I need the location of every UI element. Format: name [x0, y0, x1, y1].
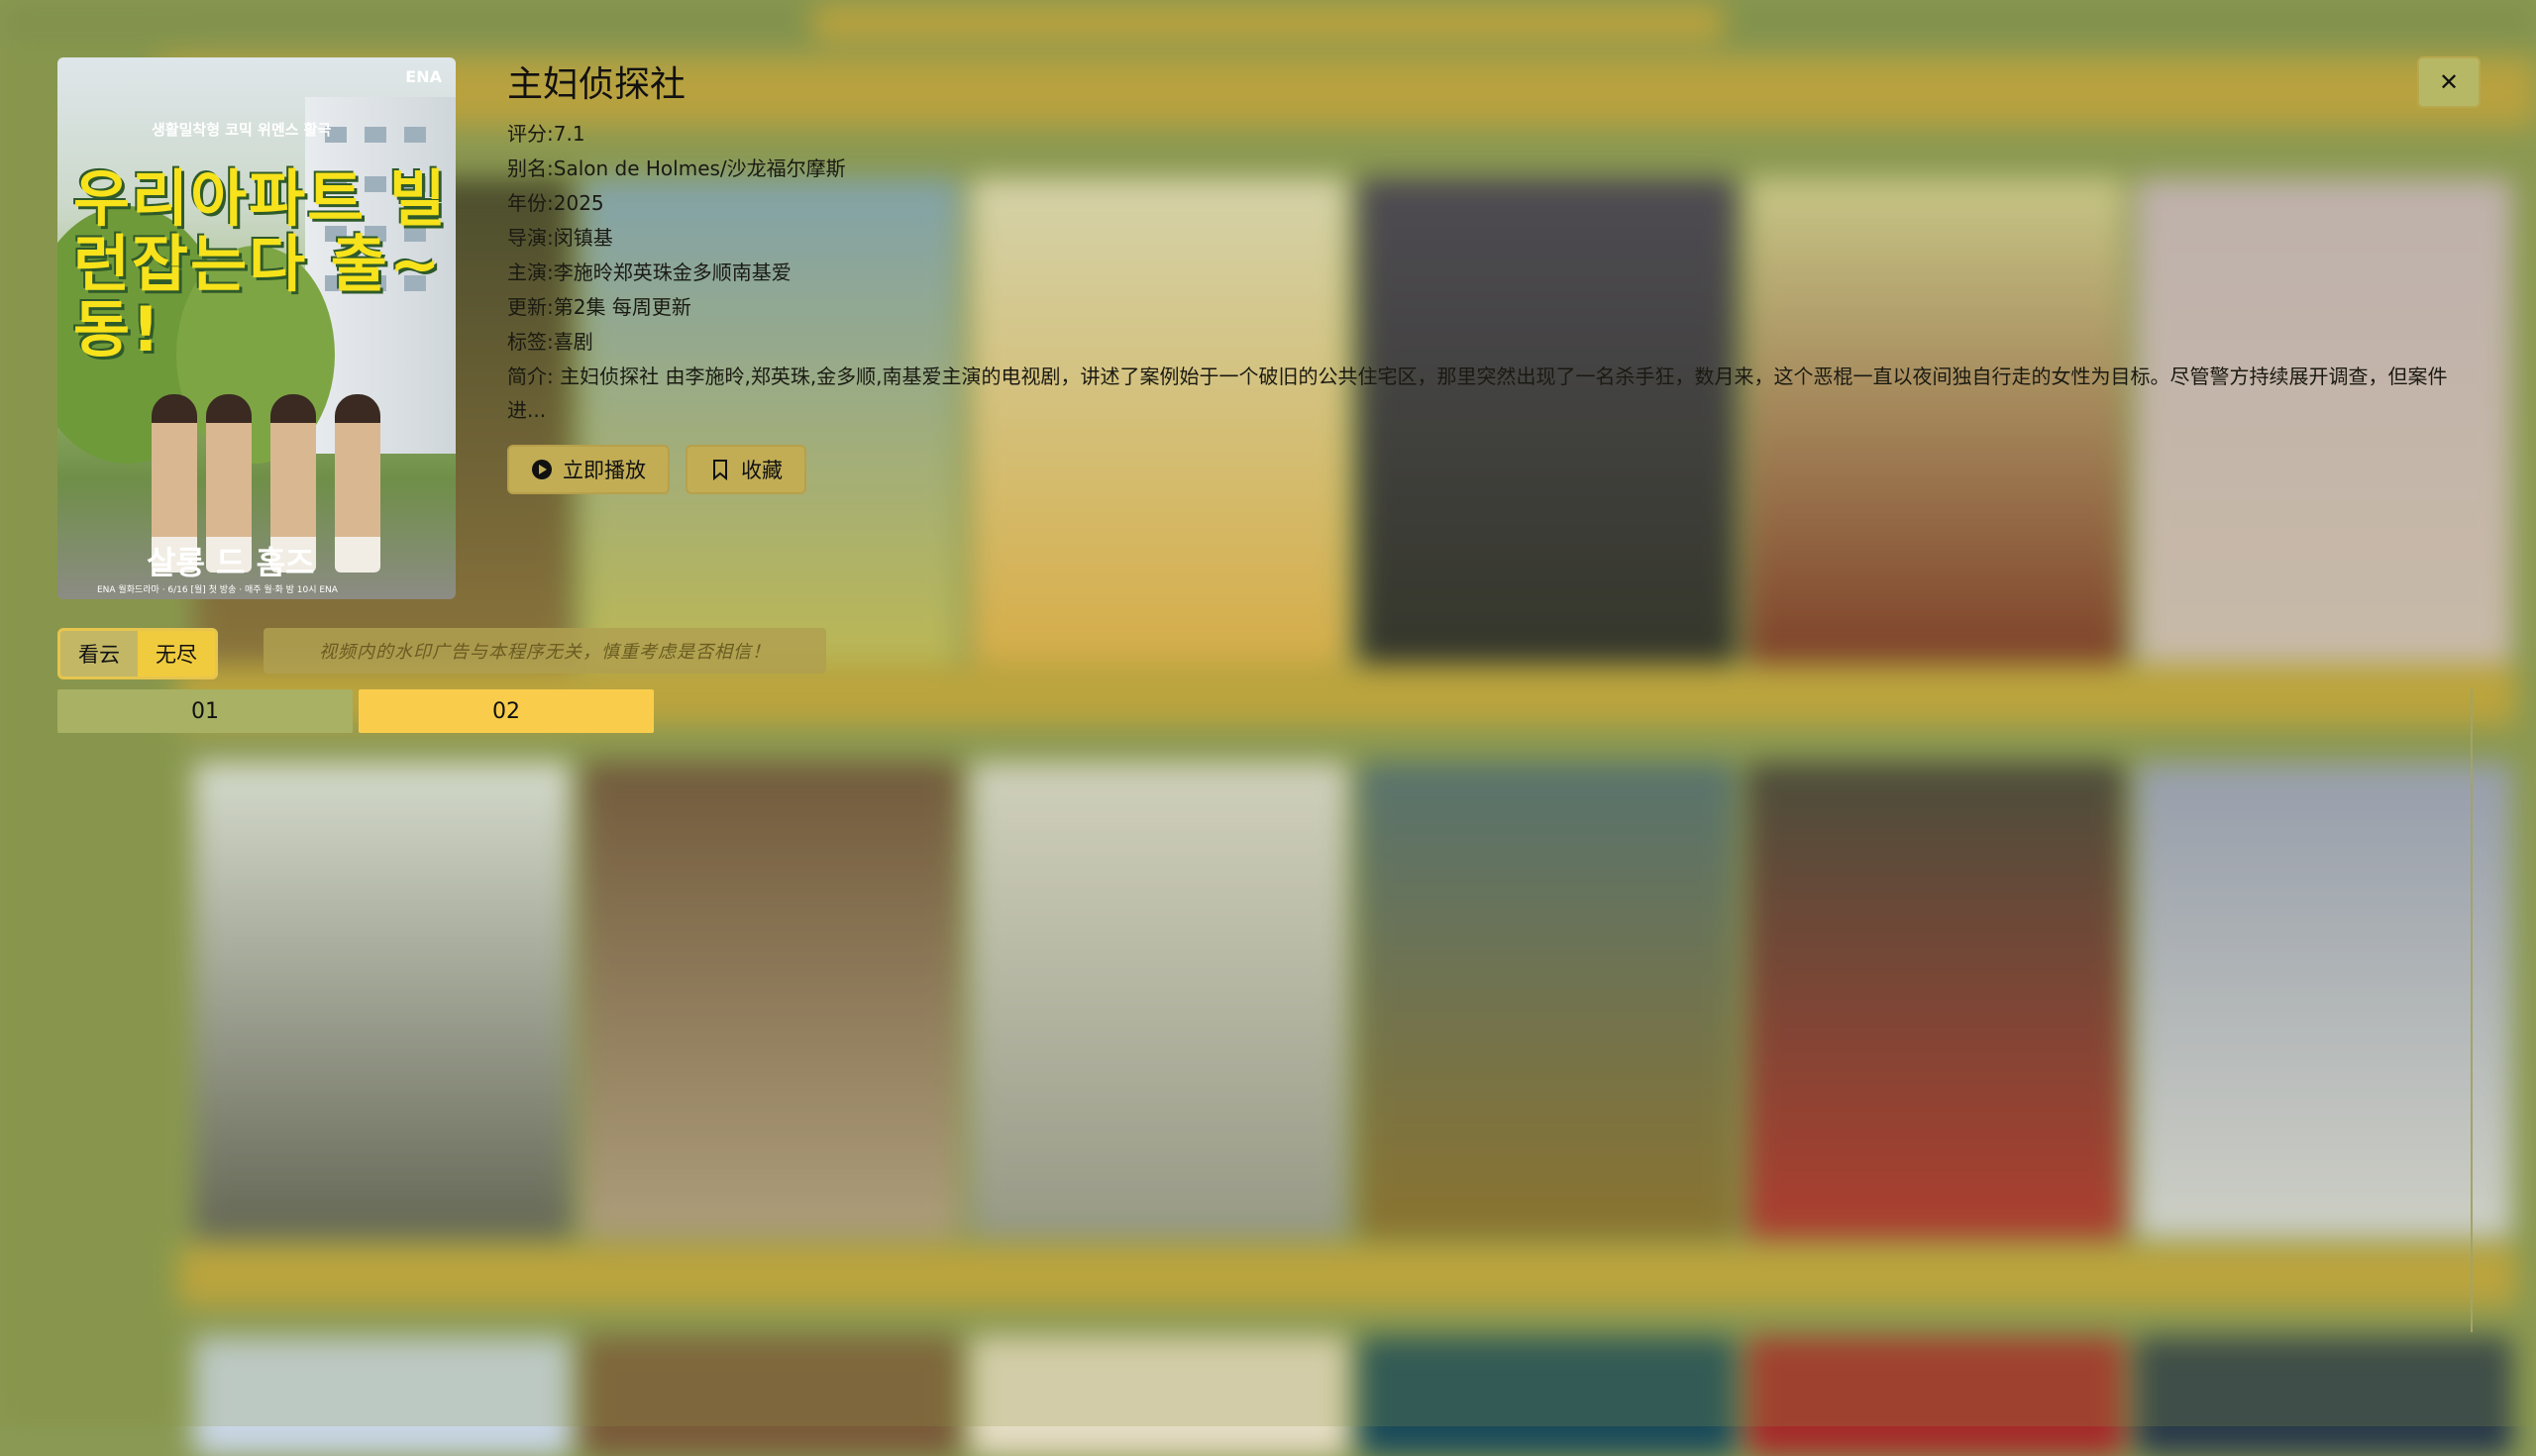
tags-label: 标签:	[507, 330, 554, 354]
play-button-label: 立即播放	[563, 459, 646, 482]
poster-tagline: 생활밀착형 코믹 위멘스 활극	[152, 121, 332, 139]
cast-value: 李施昤郑英珠金多顺南基爱	[553, 260, 792, 284]
play-circle-icon	[531, 459, 553, 480]
cast-row: 主演:李施昤郑英珠金多顺南基爱	[507, 256, 2469, 290]
rating-row: 评分:7.1	[507, 117, 2469, 152]
play-button[interactable]: 立即播放	[507, 445, 670, 494]
update-value: 第2集 每周更新	[553, 295, 691, 319]
rating-value: 7.1	[553, 122, 585, 146]
close-button[interactable]: ✕	[2417, 56, 2481, 108]
source-tabs: 看云 无尽	[57, 628, 218, 679]
update-row: 更新:第2集 每周更新	[507, 290, 2469, 325]
poster-bottom-logo: 살롱 드 홈즈	[147, 544, 315, 581]
cast-label: 主演:	[507, 260, 554, 284]
favorite-button[interactable]: 收藏	[686, 445, 806, 494]
tags-value: 喜剧	[553, 330, 593, 354]
summary-text: 主妇侦探社 由李施昤,郑英珠,金多顺,南基爱主演的电视剧，讲述了案例始于一个破旧…	[507, 364, 2448, 422]
poster-title-art: 우리아파트 빌런잡는다 출~동!	[73, 162, 448, 365]
year-row: 年份:2025	[507, 186, 2469, 221]
scrollbar-track[interactable]	[2471, 688, 2473, 1332]
year-label: 年份:	[507, 191, 554, 215]
poster-fine-print: ENA 월화드라마 · 6/16 [월] 첫 방송 · 매주 월·화 밤 10시…	[97, 585, 338, 595]
show-poster: 생활밀착형 코믹 위멘스 활극 ENA 우리아파트 빌런잡는다 출~동! 살롱 …	[57, 57, 456, 599]
episode-list: 01 02	[57, 689, 654, 733]
tags-row: 标签:喜剧	[507, 325, 2469, 360]
director-value: 闵镇基	[553, 226, 613, 250]
show-info: 主妇侦探社 评分:7.1 别名:Salon de Holmes/沙龙福尔摩斯 年…	[507, 61, 2469, 494]
summary-label: 简介:	[507, 364, 561, 388]
alias-value: Salon de Holmes/沙龙福尔摩斯	[553, 156, 846, 180]
alias-label: 别名:	[507, 156, 554, 180]
source-tab-wujin[interactable]: 无尽	[138, 631, 215, 676]
episode-button-02[interactable]: 02	[359, 689, 654, 733]
poster-brand-logo: ENA	[405, 67, 442, 86]
watermark-notice: 视频内的水印广告与本程序无关，慎重考虑是否相信！	[264, 628, 826, 674]
alias-row: 别名:Salon de Holmes/沙龙福尔摩斯	[507, 152, 2469, 186]
source-tab-kanyun[interactable]: 看云	[60, 631, 138, 676]
summary: 简介: 主妇侦探社 由李施昤,郑英珠,金多顺,南基爱主演的电视剧，讲述了案例始于…	[507, 360, 2469, 427]
show-title: 主妇侦探社	[507, 64, 687, 105]
action-buttons: 立即播放 收藏	[507, 445, 2469, 494]
director-row: 导演:闵镇基	[507, 221, 2469, 256]
episode-button-01[interactable]: 01	[57, 689, 353, 733]
rating-label: 评分:	[507, 122, 554, 146]
bookmark-icon	[709, 459, 731, 480]
director-label: 导演:	[507, 226, 554, 250]
close-icon: ✕	[2438, 68, 2460, 96]
update-label: 更新:	[507, 295, 554, 319]
favorite-button-label: 收藏	[741, 459, 783, 482]
year-value: 2025	[553, 191, 604, 215]
